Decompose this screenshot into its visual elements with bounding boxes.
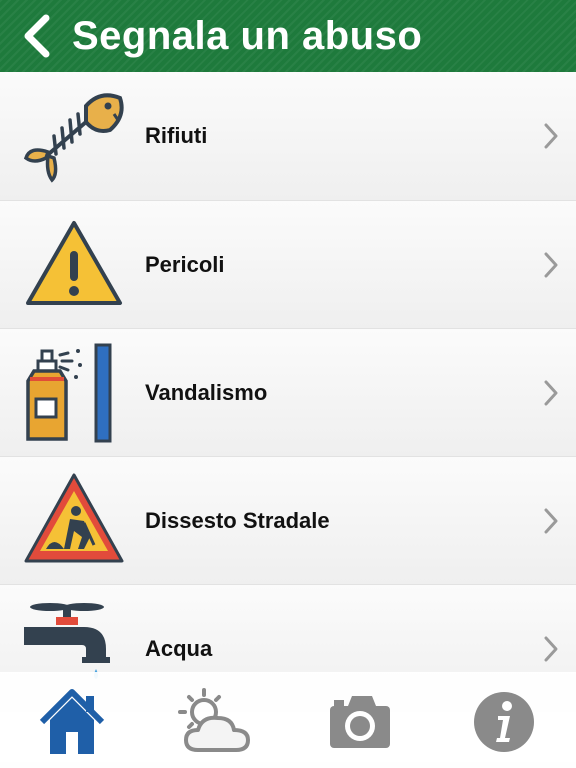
header-bar: Segnala un abuso: [0, 0, 576, 72]
chevron-right-icon: [544, 636, 558, 662]
chevron-right-icon: [544, 508, 558, 534]
tab-home[interactable]: [30, 680, 114, 764]
list-item-label: Rifiuti: [145, 123, 208, 148]
spray-can-icon: [26, 343, 112, 443]
list-item-label: Dissesto Stradale: [145, 508, 330, 533]
tab-weather[interactable]: [174, 680, 258, 764]
bottom-tab-bar: [0, 672, 576, 768]
list-item-dissesto-stradale[interactable]: Dissesto Stradale: [0, 456, 576, 584]
chevron-right-icon: [544, 380, 558, 406]
chevron-right-icon: [544, 123, 558, 149]
info-icon: [474, 692, 534, 752]
tab-camera[interactable]: [318, 680, 402, 764]
list-item-vandalismo[interactable]: Vandalismo: [0, 328, 576, 456]
chevron-right-icon: [544, 252, 558, 278]
chevron-left-icon: [24, 14, 50, 58]
page-title: Segnala un abuso: [72, 14, 423, 58]
weather-icon: [178, 688, 250, 752]
list-item-rifiuti[interactable]: Rifiuti: [0, 72, 576, 200]
category-list: Rifiuti Pericoli Vandalismo Dissesto Str…: [0, 72, 576, 712]
back-button[interactable]: [18, 12, 58, 60]
tab-info[interactable]: [462, 680, 546, 764]
fish-bone-icon: [24, 93, 124, 183]
list-item-label: Pericoli: [145, 252, 225, 277]
camera-icon: [330, 696, 390, 748]
home-icon: [39, 689, 105, 754]
warning-triangle-icon: [26, 221, 122, 305]
list-item-label: Vandalismo: [145, 380, 268, 405]
list-item-pericoli[interactable]: Pericoli: [0, 200, 576, 328]
road-works-sign-icon: [24, 473, 124, 563]
